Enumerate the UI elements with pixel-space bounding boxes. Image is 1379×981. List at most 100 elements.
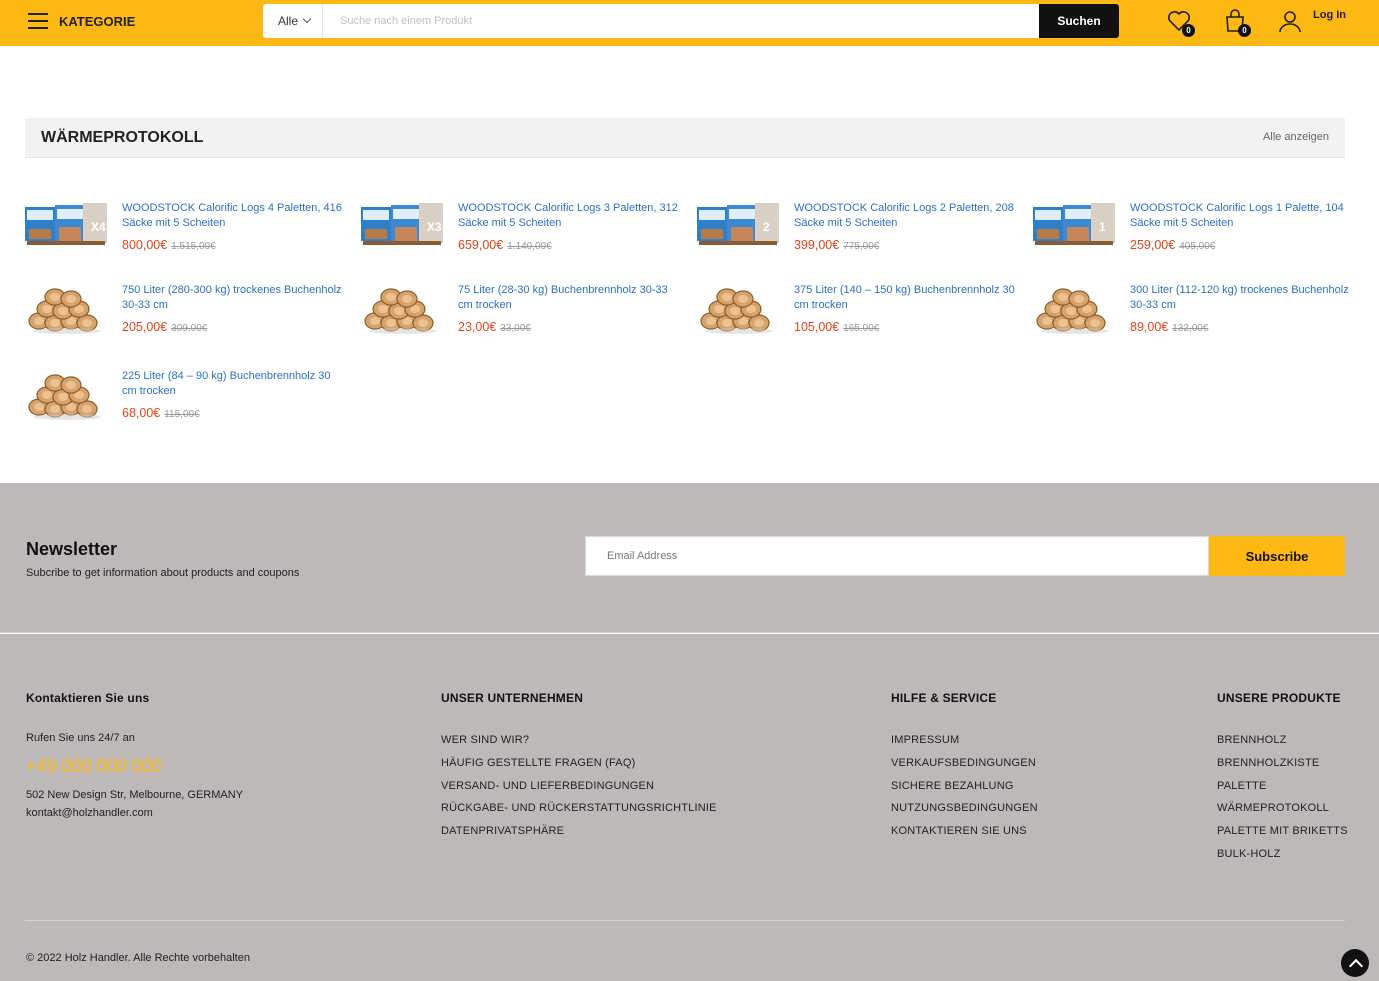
footer-address: 502 New Design Str, Melbourne, GERMANY [26,789,244,801]
product-item[interactable]: 75 Liter (28-30 kg) Buchenbrennholz 30-3… [361,283,681,343]
category-menu-label[interactable]: KATEGORIE [59,14,135,29]
product-image[interactable]: X4 [25,201,107,253]
search-category-value: Alle [278,14,299,28]
footer-link[interactable]: DATENPRIVATSPHÄRE [441,825,564,837]
product-name-link[interactable]: WOODSTOCK Calorific Logs 3 Paletten, 312… [458,201,681,231]
newsletter-title: Newsletter [26,539,118,559]
user-icon [1279,11,1301,33]
product-item[interactable]: 750 Liter (280-300 kg) trockenes Buchenh… [25,283,345,343]
footer-contact-heading: Kontaktieren Sie uns [26,691,150,705]
product-item[interactable]: 300 Liter (112-120 kg) trockenes Buchenh… [1033,283,1353,343]
product-item[interactable]: 225 Liter (84 – 90 kg) Buchenbrennholz 3… [25,369,345,429]
product-name-link[interactable]: 75 Liter (28-30 kg) Buchenbrennholz 30-3… [458,283,681,313]
current-price: 800,00€ [122,238,168,252]
footer-link[interactable]: IMPRESSUM [891,734,959,746]
product-image[interactable]: X3 [361,201,443,253]
footer-link[interactable]: NUTZUNGSBEDINGUNGEN [891,802,1038,814]
footer-column-heading: UNSER UNTERNEHMEN [441,691,584,705]
footer-link[interactable]: BRENNHOLZ [1217,734,1287,746]
product-price: 399,00€ 775,00€ [794,238,879,252]
search-category-select[interactable]: Alle [263,4,323,38]
cart-button[interactable]: 0 [1222,8,1251,37]
current-price: 205,00€ [122,320,168,334]
current-price: 259,00€ [1130,238,1176,252]
current-price: 659,00€ [458,238,504,252]
footer-link[interactable]: PALETTE MIT BRIKETTS [1217,825,1348,837]
product-image[interactable]: 2 [697,201,779,253]
footer-link[interactable]: PALETTE [1217,780,1267,792]
footer-call-text: Rufen Sie uns 24/7 an [26,732,135,744]
footer: Kontaktieren Sie uns Rufen Sie uns 24/7 … [0,634,1379,981]
product-item[interactable]: X4 WOODSTOCK Calorific Logs 4 Paletten, 4… [25,201,345,261]
newsletter-section: Newsletter Subcribe to get information a… [0,483,1379,633]
svg-text:1: 1 [1099,220,1106,234]
old-price: 775,00€ [843,241,880,252]
product-name-link[interactable]: WOODSTOCK Calorific Logs 2 Paletten, 208… [794,201,1017,231]
footer-link[interactable]: BULK-HOLZ [1217,848,1281,860]
search-button[interactable]: Suchen [1039,4,1119,38]
chevron-down-icon [302,14,312,24]
current-price: 68,00€ [122,406,161,420]
wishlist-count-badge: 0 [1182,24,1195,37]
section-header: WÄRMEPROTOKOLL Alle anzeigen [25,118,1345,158]
footer-link[interactable]: HÄUFIG GESTELLTE FRAGEN (FAQ) [441,757,635,769]
footer-column-heading: UNSERE PRODUKTE [1217,691,1341,705]
product-image[interactable] [25,369,107,421]
account-button[interactable] [1277,8,1305,36]
old-price: 165,00€ [843,323,880,334]
back-to-top-button[interactable] [1341,949,1369,977]
product-price: 259,00€ 405,00€ [1130,238,1215,252]
product-price: 89,00€ 132,00€ [1130,320,1208,334]
footer-link[interactable]: VERSAND- UND LIEFERBEDINGUNGEN [441,780,654,792]
product-price: 659,00€ 1.140,00€ [458,238,552,252]
cart-count-badge: 0 [1238,24,1251,37]
section-title: WÄRMEPROTOKOLL [41,129,204,146]
search-input[interactable] [324,4,1038,38]
product-image[interactable]: 1 [1033,201,1115,253]
product-name-link[interactable]: 750 Liter (280-300 kg) trockenes Buchenh… [122,283,345,313]
footer-link[interactable]: WER SIND WIR? [441,734,529,746]
product-name-link[interactable]: WOODSTOCK Calorific Logs 1 Palette, 104 … [1130,201,1353,231]
newsletter-email-input[interactable] [585,536,1209,576]
old-price: 33,00€ [500,323,531,334]
footer-email[interactable]: kontakt@holzhandler.com [26,807,153,819]
subscribe-button[interactable]: Subscribe [1209,536,1345,576]
footer-link[interactable]: WÄRMEPROTOKOLL [1217,802,1329,814]
login-link[interactable]: Log In [1313,9,1346,21]
product-image[interactable] [25,283,107,335]
product-price: 205,00€ 309,00€ [122,320,207,334]
footer-divider [25,920,1345,921]
footer-link[interactable]: VERKAUFSBEDINGUNGEN [891,757,1036,769]
product-image[interactable] [1033,283,1115,335]
copyright-text: © 2022 Holz Handler. Alle Rechte vorbeha… [26,952,250,964]
current-price: 105,00€ [794,320,840,334]
svg-text:2: 2 [763,220,770,234]
svg-text:X4: X4 [91,220,106,234]
footer-link[interactable]: KONTAKTIEREN SIE UNS [891,825,1027,837]
current-price: 89,00€ [1130,320,1169,334]
product-name-link[interactable]: 375 Liter (140 – 150 kg) Buchenbrennholz… [794,283,1017,313]
footer-phone[interactable]: +49 000 000 000 [26,756,162,777]
wishlist-button[interactable]: 0 [1166,8,1195,37]
old-price: 1.515,00€ [171,241,216,252]
product-name-link[interactable]: 300 Liter (112-120 kg) trockenes Buchenh… [1130,283,1353,313]
product-item[interactable]: 2 WOODSTOCK Calorific Logs 2 Paletten, 20… [697,201,1017,261]
current-price: 399,00€ [794,238,840,252]
footer-link[interactable]: RÜCKGABE- UND RÜCKERSTATTUNGSRICHTLINIE [441,802,717,814]
product-image[interactable] [361,283,443,335]
old-price: 405,00€ [1179,241,1216,252]
product-item[interactable]: 1 WOODSTOCK Calorific Logs 1 Palette, 104… [1033,201,1353,261]
top-header-bar: KATEGORIE Alle Suchen 0 0 Log In [0,0,1379,46]
product-name-link[interactable]: WOODSTOCK Calorific Logs 4 Paletten, 416… [122,201,345,231]
footer-link[interactable]: SICHERE BEZAHLUNG [891,780,1014,792]
old-price: 115,00€ [164,409,200,420]
view-all-link[interactable]: Alle anzeigen [1263,131,1329,143]
product-name-link[interactable]: 225 Liter (84 – 90 kg) Buchenbrennholz 3… [122,369,345,399]
footer-link[interactable]: BRENNHOLZKISTE [1217,757,1319,769]
product-price: 800,00€ 1.515,00€ [122,238,216,252]
product-image[interactable] [697,283,779,335]
menu-icon[interactable] [28,13,48,29]
product-item[interactable]: X3 WOODSTOCK Calorific Logs 3 Paletten, 3… [361,201,681,261]
newsletter-subtitle: Subcribe to get information about produc… [26,567,300,579]
product-item[interactable]: 375 Liter (140 – 150 kg) Buchenbrennholz… [697,283,1017,343]
